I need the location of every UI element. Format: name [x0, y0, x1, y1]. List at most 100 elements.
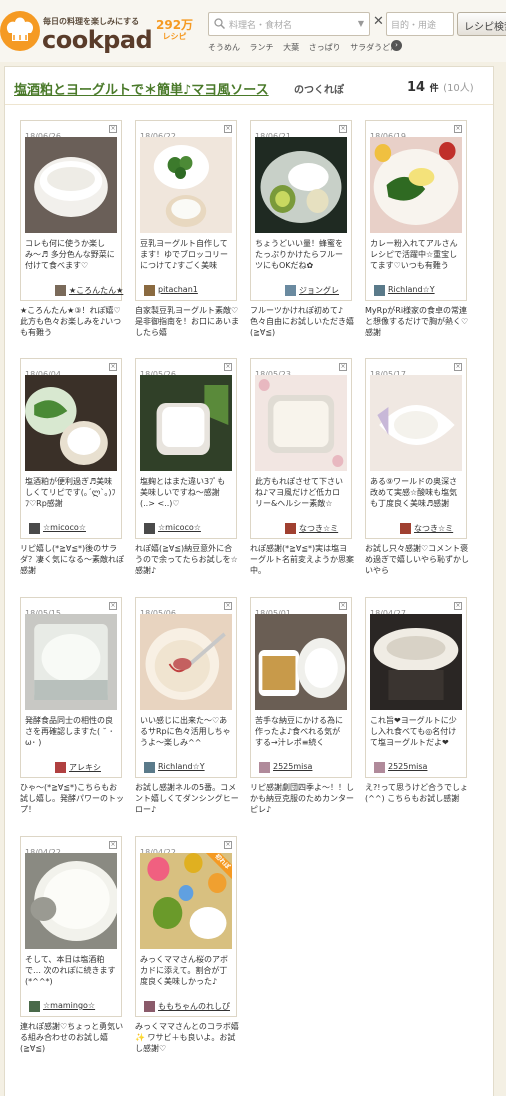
- card-body[interactable]: 18/06/04 × 塩酒粕が便利過ぎ♬美味しくてリピです(｡´ლ`｡)ﾌﾌ♡Rp感…: [20, 358, 122, 539]
- card-body[interactable]: 18/05/01 × 苦手な納豆にかける為に作ったよ♪食べれる気がする→汁レポ≡続く…: [250, 597, 352, 778]
- keyword-link[interactable]: さっぱり: [309, 43, 341, 52]
- avatar[interactable]: [29, 523, 40, 534]
- card-body[interactable]: 18/04/27 × これ旨❤ヨーグルトに少し入れ食べても◎名付けて塩ヨーグルトだよ…: [365, 597, 467, 778]
- card-body[interactable]: 18/05/23 × 此方もれぽさせて下さいね♪マヨ風だけど低カロリー&ヘルシー素敵…: [250, 358, 352, 539]
- author-row[interactable]: pitachan1: [140, 284, 232, 297]
- report-photo[interactable]: [25, 375, 117, 471]
- close-icon[interactable]: ×: [109, 363, 117, 371]
- author-row[interactable]: なつき☆ミ: [370, 522, 462, 535]
- report-photo[interactable]: [140, 375, 232, 471]
- close-icon[interactable]: ×: [109, 841, 117, 849]
- author-name[interactable]: ジョングレ: [299, 285, 339, 296]
- avatar[interactable]: [144, 523, 155, 534]
- card-body[interactable]: 18/06/22 × 豆乳ヨーグルト自作してます！ゆでブロッコリーにつけて♪すごく美…: [135, 120, 237, 301]
- close-icon[interactable]: ×: [339, 125, 347, 133]
- card-body[interactable]: 18/04/22 × そして、本日は塩酒粕で… 次のれぽに続きます(*^^*) ☆ma…: [20, 836, 122, 1017]
- keyword-link[interactable]: そうめん: [208, 43, 240, 52]
- author-name[interactable]: なつき☆ミ: [414, 523, 453, 534]
- avatar[interactable]: [285, 523, 296, 534]
- avatar[interactable]: [259, 762, 270, 773]
- card-body[interactable]: 18/05/17 × ある⑨ワールドの奥深さ改めて実感☆酸味も塩気も丁度良く美味♬感…: [365, 358, 467, 539]
- author-name[interactable]: ☆micoco☆: [158, 523, 201, 532]
- author-row[interactable]: Richland☆Y: [370, 284, 462, 297]
- author-row[interactable]: ももちゃんのれしぴ: [140, 1000, 232, 1013]
- report-photo[interactable]: [25, 614, 117, 710]
- author-name[interactable]: 2525misa: [273, 762, 312, 771]
- keyword-link[interactable]: ランチ: [250, 43, 274, 52]
- card-body[interactable]: 18/04/22 × 初れぽ みっくママさん桜のアボカドに添えて。割合が丁度良く美味し…: [135, 836, 237, 1017]
- chevron-right-icon[interactable]: ›: [391, 40, 402, 51]
- avatar[interactable]: [144, 762, 155, 773]
- author-name[interactable]: Richland☆Y: [158, 762, 205, 771]
- close-icon[interactable]: ×: [224, 363, 232, 371]
- close-icon[interactable]: ×: [109, 602, 117, 610]
- tsukurepo-card: 18/05/06 × いい感じに出来た〜♡あるサRpに色々活用しちゃうよ〜楽しみ^^…: [135, 597, 239, 815]
- author-name[interactable]: 2525misa: [388, 762, 427, 771]
- close-icon[interactable]: ×: [224, 125, 232, 133]
- author-row[interactable]: ☆mamingo☆: [25, 1000, 117, 1013]
- author-row[interactable]: 2525misa: [255, 761, 347, 774]
- keyword-link[interactable]: 大葉: [283, 43, 299, 52]
- report-photo[interactable]: [255, 137, 347, 233]
- card-body[interactable]: 18/06/26 × コレも何に使うか楽しみ〜♬ 多分色んな野菜に付けて食べます♡ ★…: [20, 120, 123, 301]
- avatar[interactable]: [55, 285, 66, 296]
- report-photo[interactable]: [370, 375, 462, 471]
- author-name[interactable]: pitachan1: [158, 285, 198, 294]
- close-icon[interactable]: ×: [109, 125, 117, 133]
- recipe-title-link[interactable]: 塩酒粕とヨーグルトで＊簡単♪マヨ風ソース: [14, 79, 269, 98]
- close-icon[interactable]: ×: [454, 125, 462, 133]
- author-row[interactable]: なつき☆ミ: [255, 522, 347, 535]
- card-body[interactable]: 18/05/15 × 発酵食品同士の相性の良さを再確認しますた( ˘ ･ω･ ) アレ…: [20, 597, 122, 778]
- author-row[interactable]: アレキシ: [25, 761, 117, 774]
- author-name[interactable]: ☆mamingo☆: [43, 1001, 95, 1010]
- avatar[interactable]: [144, 1001, 155, 1012]
- report-photo[interactable]: [25, 137, 117, 233]
- card-body[interactable]: 18/05/06 × いい感じに出来た〜♡あるサRpに色々活用しちゃうよ〜楽しみ^^…: [135, 597, 237, 778]
- close-icon[interactable]: ×: [224, 841, 232, 849]
- author-row[interactable]: ジョングレ: [255, 284, 347, 297]
- report-photo[interactable]: [255, 614, 347, 710]
- logo-wordmark[interactable]: cookpad: [42, 26, 153, 54]
- avatar[interactable]: [400, 523, 411, 534]
- author-name[interactable]: ☆micoco☆: [43, 523, 86, 532]
- purpose-input[interactable]: 目的・用途: [386, 12, 454, 36]
- close-icon[interactable]: ×: [339, 602, 347, 610]
- author-row[interactable]: ★ころんたん★: [25, 284, 123, 297]
- chevron-down-icon[interactable]: ▼: [358, 19, 364, 28]
- author-row[interactable]: ☆micoco☆: [25, 522, 117, 535]
- report-photo[interactable]: [140, 137, 232, 233]
- chef-hat-logo-icon[interactable]: [0, 9, 40, 53]
- avatar[interactable]: [374, 762, 385, 773]
- avatar[interactable]: [29, 1001, 40, 1012]
- avatar[interactable]: [55, 762, 66, 773]
- author-reply: 連れぽ感謝♡ちょっと勇気いる組み合わせのお試し嬉(≧∀≦): [20, 1022, 124, 1053]
- close-icon[interactable]: ×: [454, 363, 462, 371]
- author-row[interactable]: ☆micoco☆: [140, 522, 232, 535]
- close-icon[interactable]: ×: [454, 602, 462, 610]
- card-body[interactable]: 18/05/26 × 塩麹とはまた違い3ﾌﾟも美味しいですね〜感謝(..> <..)…: [135, 358, 237, 539]
- author-row[interactable]: 2525misa: [370, 761, 462, 774]
- author-name[interactable]: なつき☆ミ: [299, 523, 338, 534]
- close-icon[interactable]: ×: [339, 363, 347, 371]
- author-name[interactable]: ★ころんたん★: [69, 285, 123, 296]
- close-icon[interactable]: ×: [224, 602, 232, 610]
- report-photo[interactable]: [25, 853, 117, 949]
- avatar[interactable]: [285, 285, 296, 296]
- author-row[interactable]: Richland☆Y: [140, 761, 232, 774]
- author-name[interactable]: Richland☆Y: [388, 285, 435, 294]
- search-input[interactable]: 料理名・食材名 ▼: [208, 12, 370, 36]
- avatar[interactable]: [144, 285, 155, 296]
- card-body[interactable]: 18/06/21 × ちょうどいい量！蜂蜜をたっぷりかけたらフルーツにもOKだね✿ ジ…: [250, 120, 352, 301]
- report-photo[interactable]: [255, 375, 347, 471]
- report-photo[interactable]: [140, 614, 232, 710]
- author-reply: え?!って思うけど合うでしょ(^^) こちらもお試し感謝: [365, 783, 469, 803]
- author-name[interactable]: アレキシ: [69, 762, 101, 773]
- author-name[interactable]: ももちゃんのれしぴ: [158, 1001, 230, 1012]
- report-photo[interactable]: [370, 137, 462, 233]
- search-button[interactable]: レシピ検索: [457, 12, 506, 36]
- report-photo[interactable]: 初れぽ: [140, 853, 232, 949]
- report-photo[interactable]: [370, 614, 462, 710]
- avatar[interactable]: [374, 285, 385, 296]
- card-body[interactable]: 18/06/19 × カレー粉入れてアルさんレシピで活躍中☆重宝してます♡いつも有難…: [365, 120, 467, 301]
- author-reply: リピ嬉し(*≧∀≦*)後のサラダ？凄く気になる〜素敵れぽ感謝: [20, 544, 124, 575]
